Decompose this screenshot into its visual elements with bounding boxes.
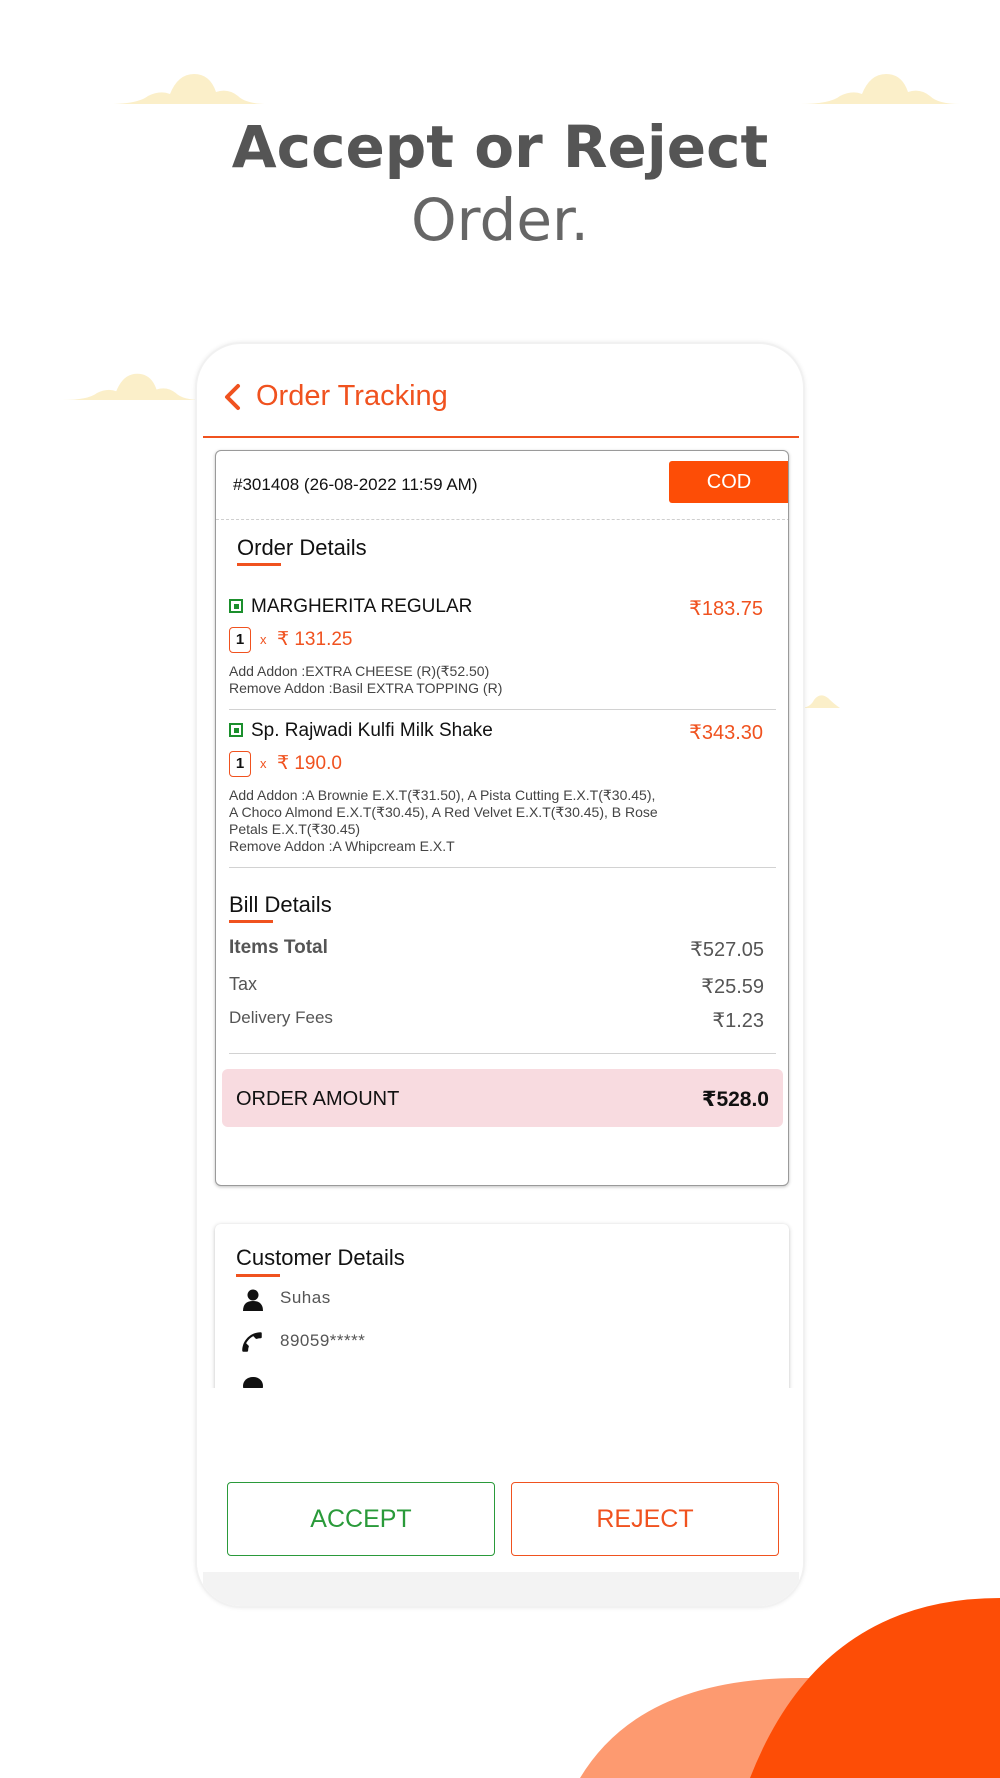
cloud-decoration-mid-right xyxy=(800,695,840,708)
payment-badge: COD xyxy=(669,461,788,503)
customer-name-row: Suhas xyxy=(237,1288,537,1314)
addon-line: Add Addon :EXTRA CHEESE (R)(₹52.50) xyxy=(229,663,490,679)
order-amount-bar: ORDER AMOUNT ₹528.0 xyxy=(222,1069,783,1127)
addon-line: Remove Addon :Basil EXTRA TOPPING (R) xyxy=(229,680,503,696)
customer-details-title: Customer Details xyxy=(236,1245,405,1270)
bill-value: ₹1.23 xyxy=(712,1010,764,1032)
order-details-title: Order Details xyxy=(237,535,367,560)
chevron-left-icon xyxy=(225,384,240,410)
bill-row-tax: Tax ₹25.59 xyxy=(229,974,764,1000)
cloud-decoration-mid-left xyxy=(62,373,202,400)
headline: Accept or Reject Order. xyxy=(0,112,1000,258)
title-underline xyxy=(237,563,281,566)
cloud-decoration-right xyxy=(800,74,960,104)
action-area: ACCEPT REJECT xyxy=(197,1388,803,1606)
order-card: #301408 (26-08-2022 11:59 AM) COD Order … xyxy=(215,450,789,1186)
order-amount-label: ORDER AMOUNT xyxy=(236,1088,400,1110)
customer-phone-row: 89059***** xyxy=(237,1331,537,1357)
order-item: Sp. Rajwadi Kulfi Milk Shake ₹343.30 1 x… xyxy=(229,720,777,854)
title-underline xyxy=(229,920,273,923)
phone-icon xyxy=(242,1332,262,1352)
reject-button[interactable]: REJECT xyxy=(511,1482,779,1556)
item-quantity: 1 xyxy=(229,751,251,777)
app-header: Order Tracking xyxy=(203,344,799,438)
bill-divider xyxy=(229,1053,776,1054)
veg-icon xyxy=(229,599,243,613)
customer-name: Suhas xyxy=(280,1288,331,1307)
addon-line: A Choco Almond E.X.T(₹30.45), A Red Velv… xyxy=(229,804,658,820)
item-name: MARGHERITA REGULAR xyxy=(251,596,473,617)
order-id: #301408 (26-08-2022 11:59 AM) xyxy=(233,475,478,494)
times-sign: x xyxy=(260,756,267,771)
headline-line-1: Accept or Reject xyxy=(231,113,769,181)
bottom-strip xyxy=(203,1572,799,1606)
back-button[interactable] xyxy=(221,382,245,412)
bill-label: Items Total xyxy=(229,937,328,958)
veg-icon xyxy=(229,723,243,737)
addon-line: Add Addon :A Brownie E.X.T(₹31.50), A Pi… xyxy=(229,787,656,803)
times-sign: x xyxy=(260,632,267,647)
bill-details-title: Bill Details xyxy=(229,892,332,917)
item-divider xyxy=(229,709,776,710)
bill-value: ₹527.05 xyxy=(690,939,764,961)
item-total: ₹183.75 xyxy=(689,598,763,620)
customer-card: Customer Details Suhas 89059***** xyxy=(215,1224,789,1404)
bill-label: Delivery Fees xyxy=(229,1008,333,1027)
title-underline xyxy=(236,1274,280,1277)
item-total: ₹343.30 xyxy=(689,722,763,744)
bill-label: Tax xyxy=(229,974,258,994)
bill-value: ₹25.59 xyxy=(701,976,764,998)
user-icon xyxy=(243,1289,263,1311)
bill-row-items-total: Items Total ₹527.05 xyxy=(229,937,764,963)
addon-line: Remove Addon :A Whipcream E.X.T xyxy=(229,838,455,854)
item-unit-price: ₹ 131.25 xyxy=(277,629,353,650)
headline-line-2: Order. xyxy=(411,186,589,254)
bill-row-delivery: Delivery Fees ₹1.23 xyxy=(229,1008,764,1034)
item-divider xyxy=(229,867,776,868)
dashed-divider xyxy=(216,519,788,520)
phone-frame: Order Tracking #301408 (26-08-2022 11:59… xyxy=(195,342,805,1608)
order-amount-value: ₹528.0 xyxy=(701,1088,769,1111)
accept-button[interactable]: ACCEPT xyxy=(227,1482,495,1556)
cloud-decoration-left xyxy=(108,74,268,104)
order-item: MARGHERITA REGULAR ₹183.75 1 x ₹ 131.25 … xyxy=(229,596,777,707)
page-title: Order Tracking xyxy=(256,380,448,412)
item-name: Sp. Rajwadi Kulfi Milk Shake xyxy=(251,720,493,741)
item-unit-price: ₹ 190.0 xyxy=(277,753,342,774)
addon-line: Petals E.X.T(₹30.45) xyxy=(229,821,361,837)
item-quantity: 1 xyxy=(229,627,251,653)
customer-phone: 89059***** xyxy=(280,1331,366,1350)
